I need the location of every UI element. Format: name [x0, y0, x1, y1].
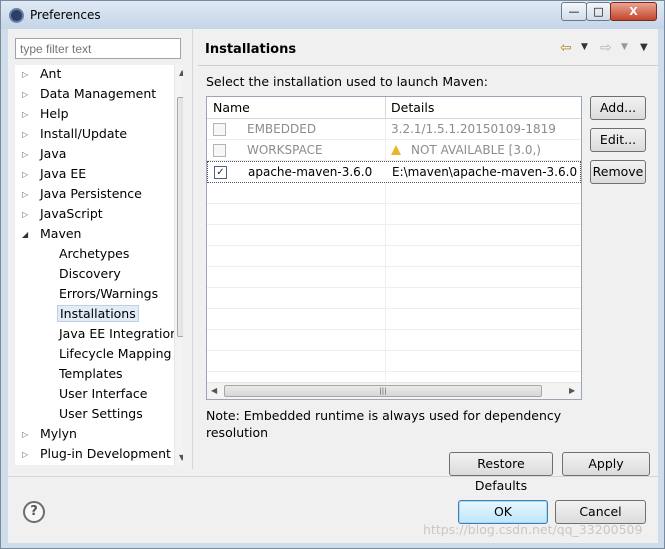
column-separator[interactable]: [385, 97, 386, 119]
add-button[interactable]: Add...: [590, 96, 646, 120]
scrollbar-thumb[interactable]: [177, 97, 183, 337]
forward-arrow-icon[interactable]: ⇨: [600, 40, 612, 56]
collapse-icon[interactable]: ◢: [22, 226, 30, 239]
instruction-label: Select the installation used to launch M…: [206, 74, 488, 89]
scroll-left-icon[interactable]: ◀: [211, 386, 217, 395]
row-checkbox-checked[interactable]: ✓: [214, 166, 227, 179]
table-row[interactable]: EMBEDDED 3.2.1/1.5.1.20150109-1819: [207, 119, 581, 140]
expand-icon[interactable]: ▷: [22, 66, 30, 79]
tree-item-templates[interactable]: Templates: [59, 365, 123, 385]
installation-name: apache-maven-3.6.0: [248, 165, 373, 179]
cancel-button[interactable]: Cancel: [555, 500, 646, 524]
row-checkbox[interactable]: [213, 123, 226, 136]
installations-table: Name Details EMBEDDED 3.2.1/1.5.1.201501…: [206, 96, 582, 400]
expand-icon[interactable]: ▷: [22, 426, 30, 439]
table-header: Name Details: [207, 97, 581, 119]
remove-button[interactable]: Remove: [590, 160, 646, 184]
installation-details-wrap: NOT AVAILABLE [3.0,): [391, 143, 541, 157]
expand-icon[interactable]: ▷: [22, 106, 30, 119]
expand-icon[interactable]: ▷: [22, 446, 30, 459]
scrollbar-thumb[interactable]: |||: [224, 385, 542, 397]
maximize-button[interactable]: □: [586, 2, 611, 21]
eclipse-icon: [9, 8, 24, 23]
ok-button[interactable]: OK: [458, 500, 548, 524]
empty-row: [207, 183, 581, 204]
installation-name: EMBEDDED: [247, 122, 317, 136]
expand-icon[interactable]: ▷: [22, 186, 30, 199]
restore-defaults-button[interactable]: Restore Defaults: [449, 452, 553, 493]
edit-button[interactable]: Edit...: [590, 128, 646, 152]
minimize-button[interactable]: —: [561, 2, 587, 21]
tree-item-discovery[interactable]: Discovery: [59, 265, 121, 285]
expand-icon[interactable]: ▷: [22, 86, 30, 99]
apply-button[interactable]: Apply: [562, 452, 650, 476]
empty-row: [207, 204, 581, 225]
empty-row: [207, 246, 581, 267]
empty-row: [207, 309, 581, 330]
installation-details: E:\maven\apache-maven-3.6.0 3.: [392, 165, 582, 179]
help-icon[interactable]: ?: [23, 501, 45, 523]
note-text: Note: Embedded runtime is always used fo…: [206, 408, 562, 423]
dialog-content: ▷Ant ▷Data Management ▷Help ▷Install/Upd…: [8, 29, 658, 543]
tree-item-user-interface[interactable]: User Interface: [59, 385, 147, 405]
installation-details: NOT AVAILABLE [3.0,): [411, 143, 541, 157]
installations-pane: Installations ⇦ ▼ ⇨ ▼ ▼ Select the insta…: [198, 29, 658, 493]
scroll-down-icon[interactable]: ▼: [179, 453, 183, 462]
tree-vertical-scrollbar[interactable]: ▲ ▼: [174, 65, 183, 465]
filter-input[interactable]: [15, 38, 181, 59]
window-title: Preferences: [30, 8, 101, 22]
close-button[interactable]: X: [610, 2, 657, 21]
empty-row: [207, 351, 581, 372]
expand-icon[interactable]: ▷: [22, 126, 30, 139]
scroll-right-icon[interactable]: ▶: [569, 386, 575, 395]
tree-item-lifecycle-mapping[interactable]: Lifecycle Mapping: [59, 345, 171, 365]
title-separator: [198, 65, 658, 66]
warning-icon: [391, 145, 401, 155]
tree-item-installations[interactable]: Installations: [57, 305, 139, 325]
page-title: Installations: [205, 42, 297, 57]
table-row-selected[interactable]: ✓ apache-maven-3.6.0 E:\maven\apache-mav…: [207, 161, 581, 183]
expand-icon[interactable]: ▷: [22, 206, 30, 219]
sash-divider[interactable]: [192, 29, 193, 469]
note-text-continued: resolution: [206, 425, 269, 440]
view-menu-icon[interactable]: ▼: [640, 42, 648, 53]
empty-row: [207, 288, 581, 309]
expand-icon[interactable]: ▷: [22, 146, 30, 159]
installation-name: WORKSPACE: [247, 143, 323, 157]
table-horizontal-scrollbar[interactable]: ◀ ||| ▶: [207, 382, 581, 399]
tree-item-java-ee-integration[interactable]: Java EE Integration: [59, 325, 178, 345]
installation-details: 3.2.1/1.5.1.20150109-1819: [391, 122, 556, 136]
footer-separator: [8, 476, 658, 477]
row-checkbox[interactable]: [213, 144, 226, 157]
empty-row: [207, 267, 581, 288]
expand-icon[interactable]: ▷: [22, 166, 30, 179]
back-arrow-icon[interactable]: ⇦: [560, 40, 572, 56]
watermark: https://blog.csdn.net/qq_33200509: [423, 522, 643, 537]
column-header-details[interactable]: Details: [391, 100, 434, 115]
scroll-up-icon[interactable]: ▲: [179, 68, 183, 77]
tree-item-errors-warnings[interactable]: Errors/Warnings: [59, 285, 158, 305]
tree-item-user-settings[interactable]: User Settings: [59, 405, 143, 425]
preference-tree: ▷ Ant ▷ Data Management ▷ Help ▷ Install/Upd…: [15, 65, 183, 465]
title-bar[interactable]: Preferences — □ X: [1, 1, 664, 29]
empty-row: [207, 225, 581, 246]
preferences-window: Preferences — □ X ▷Ant ▷Data Management …: [0, 0, 665, 549]
tree-item-archetypes[interactable]: Archetypes: [59, 245, 129, 265]
forward-dropdown-icon[interactable]: ▼: [621, 42, 628, 52]
back-dropdown-icon[interactable]: ▼: [581, 42, 588, 52]
empty-row: [207, 330, 581, 351]
column-header-name[interactable]: Name: [213, 100, 250, 115]
table-row[interactable]: WORKSPACE NOT AVAILABLE [3.0,): [207, 140, 581, 161]
